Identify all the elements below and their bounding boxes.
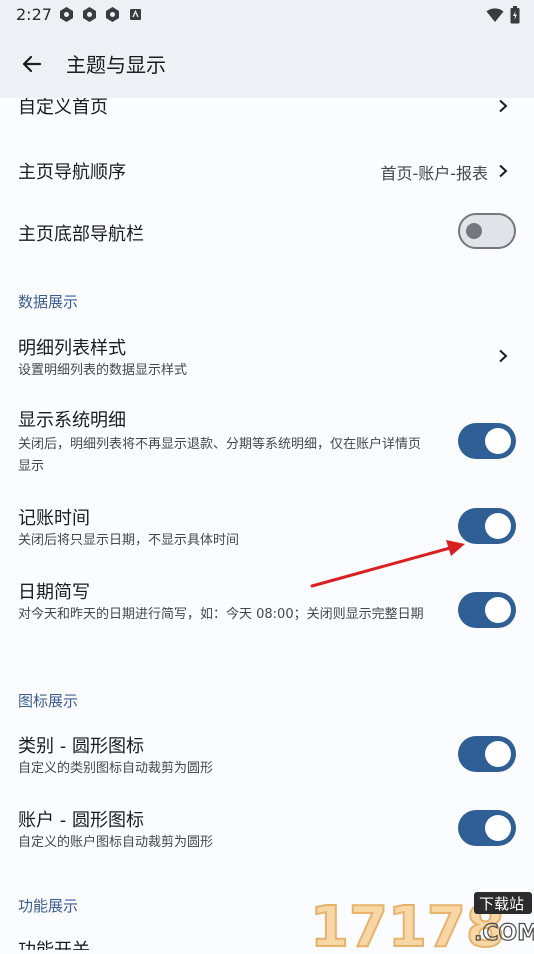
setting-description: 自定义的账户图标自动裁剪为圆形	[18, 835, 214, 850]
setting-description: 关闭后，明细列表将不再显示退款、分期等系统明细，仅在账户详情页显示	[18, 437, 422, 474]
chevron-right-icon	[496, 98, 510, 113]
bottom-nav-toggle[interactable]	[458, 213, 516, 249]
setting-title: 主页导航顺序	[18, 162, 126, 183]
toggle-knob	[485, 741, 511, 767]
battery-icon	[510, 6, 520, 28]
setting-value: 首页-账户-报表	[380, 164, 488, 183]
notification-icons	[58, 6, 144, 23]
keyboard-notification-icon	[127, 6, 144, 23]
section-header-data: 数据展示	[18, 293, 79, 311]
chevron-right-icon	[496, 348, 510, 363]
setting-title: 账户 - 圆形图标	[18, 810, 144, 831]
setting-category-icon[interactable]: 类别 - 圆形图标 自定义的类别图标自动裁剪为圆形	[0, 726, 534, 786]
status-right	[486, 6, 520, 28]
setting-title: 记账时间	[18, 508, 90, 529]
back-arrow-icon[interactable]	[18, 50, 46, 78]
setting-title: 日期简写	[18, 582, 90, 603]
setting-description: 自定义的类别图标自动裁剪为圆形	[18, 761, 214, 776]
app-notification-icon	[81, 6, 98, 23]
category-icon-toggle[interactable]	[458, 736, 516, 772]
setting-bottom-nav[interactable]: 主页底部导航栏	[0, 200, 534, 262]
setting-description: 设置明细列表的数据显示样式	[18, 363, 188, 378]
annotation-arrow	[310, 540, 465, 588]
setting-title: 主页底部导航栏	[18, 224, 144, 245]
toggle-knob	[485, 513, 511, 539]
app-bar: 主题与显示	[0, 30, 534, 98]
setting-description: 对今天和昨天的日期进行简写，如：今天 08:00；关闭则显示完整日期	[18, 607, 424, 622]
toggle-knob	[485, 815, 511, 841]
section-header-function: 功能展示	[18, 897, 79, 915]
watermark-logo: 17178 下载站 .COM	[308, 888, 534, 954]
system-detail-toggle[interactable]	[458, 423, 516, 459]
settings-list: 自定义首页 主页导航顺序 首页-账户-报表 主页底部导航栏 数据展示 明细列表样…	[0, 98, 534, 950]
app-notification-icon	[58, 6, 75, 23]
chevron-right-icon	[496, 163, 510, 178]
status-bar: 2:27	[0, 0, 534, 30]
app-notification-icon	[104, 6, 121, 23]
setting-title: 功能开关	[18, 936, 90, 950]
wifi-icon	[486, 7, 504, 27]
toggle-knob	[485, 428, 511, 454]
watermark-badge: 下载站	[479, 895, 524, 913]
section-header-icon: 图标展示	[18, 692, 79, 710]
watermark-domain: .COM	[474, 921, 534, 946]
setting-title: 类别 - 圆形图标	[18, 736, 144, 757]
account-icon-toggle[interactable]	[458, 810, 516, 846]
setting-title: 显示系统明细	[18, 410, 126, 431]
setting-nav-order[interactable]: 主页导航顺序 首页-账户-报表	[0, 138, 534, 200]
setting-account-icon[interactable]: 账户 - 圆形图标 自定义的账户图标自动裁剪为圆形	[0, 800, 534, 860]
toggle-knob	[466, 223, 482, 239]
toggle-knob	[485, 597, 511, 623]
setting-custom-home[interactable]: 自定义首页	[0, 98, 534, 133]
setting-system-detail[interactable]: 显示系统明细 关闭后，明细列表将不再显示退款、分期等系统明细，仅在账户详情页显示	[0, 402, 534, 480]
setting-title: 自定义首页	[18, 98, 108, 118]
setting-detail-style[interactable]: 明细列表样式 设置明细列表的数据显示样式	[0, 326, 534, 388]
setting-title: 明细列表样式	[18, 338, 126, 359]
status-time: 2:27	[16, 5, 52, 24]
page-title: 主题与显示	[66, 53, 166, 77]
